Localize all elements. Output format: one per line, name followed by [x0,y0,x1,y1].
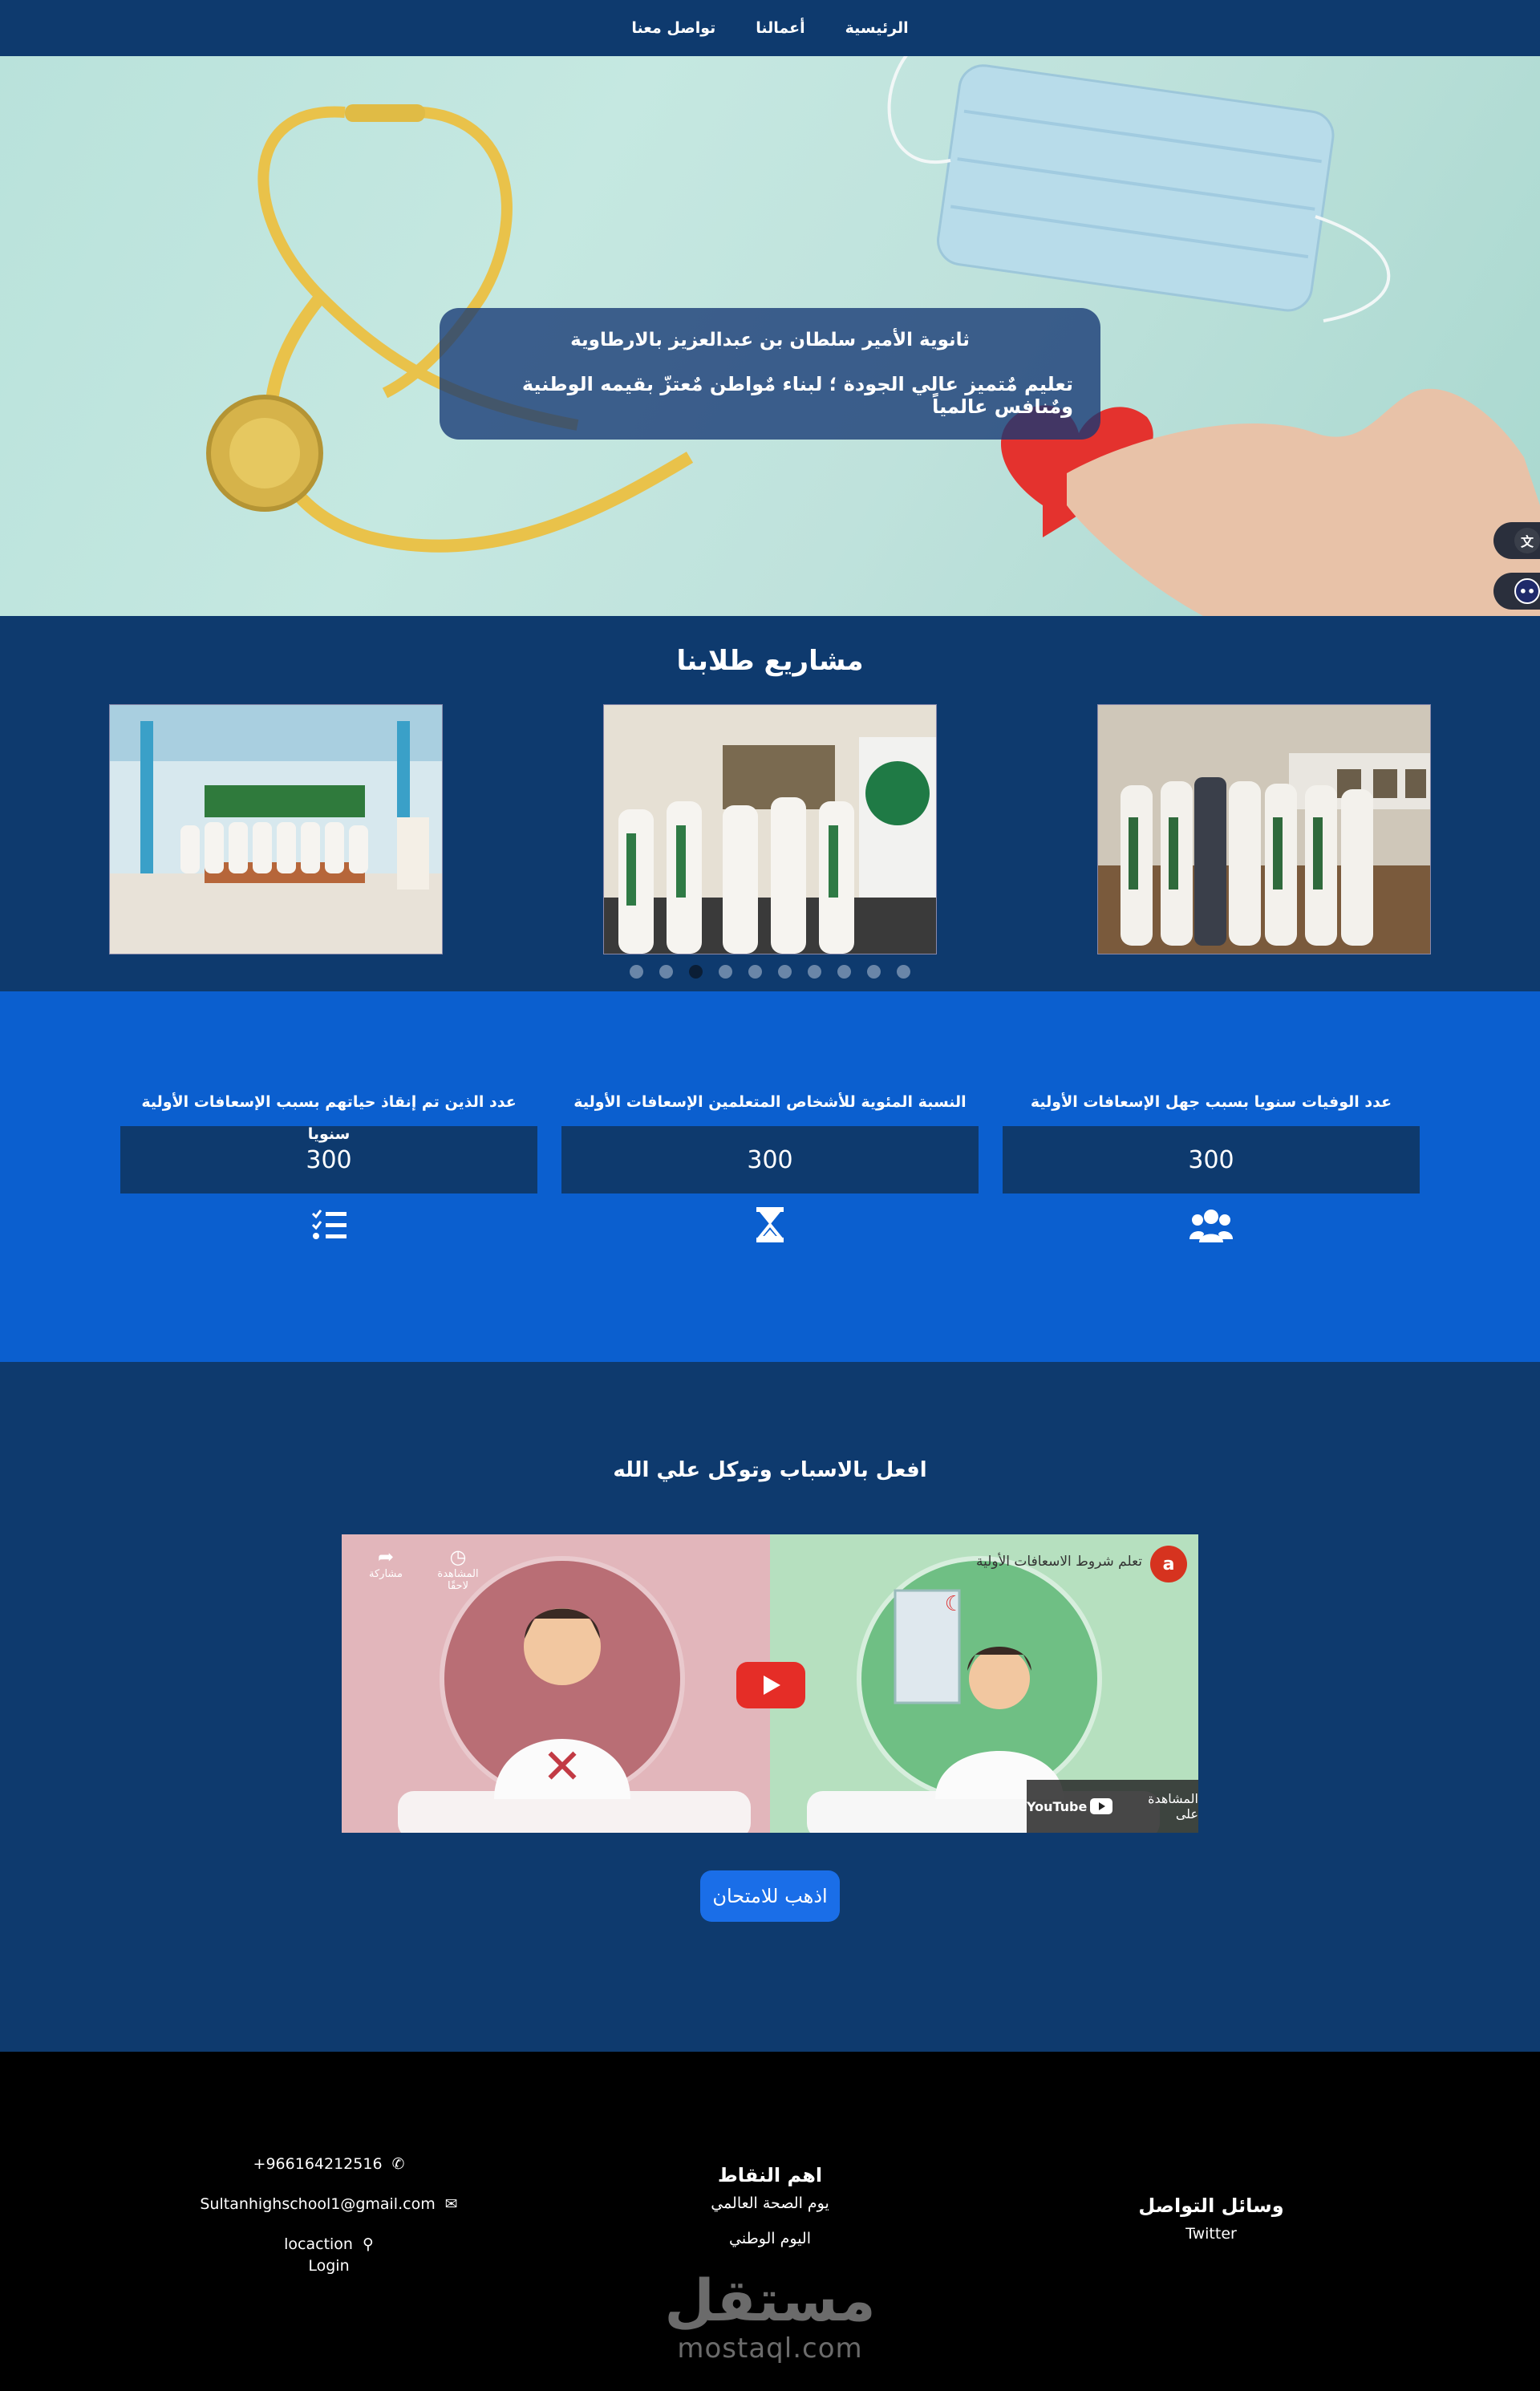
project-photo-2[interactable] [603,704,937,954]
play-icon [764,1676,780,1695]
carousel-indicators [0,965,1540,979]
share-label: مشاركة [369,1568,403,1580]
highlight-item: يوم الصحة العالمي [711,2194,829,2212]
location-label: locaction [284,2235,353,2253]
carousel-dot[interactable] [778,965,792,979]
school-name: ثانوية الأمير سلطان بن عبدالعزيز بالارطا… [570,330,970,351]
contact-phone[interactable]: ✆ 966164212516+ [184,2153,473,2175]
location-pin-icon: ⚲ [362,2235,374,2253]
envelope-icon: ✉ [444,2195,458,2213]
watch-on-youtube[interactable]: المشاهدة على YouTube [1027,1780,1198,1833]
share-icon: ➦ [377,1546,395,1568]
email-address: Sultanhighschool1@gmail.com [200,2195,436,2213]
stat-label: النسبة المئوية للأشخاص المتعلمين الإسعاف… [573,1093,967,1111]
mostaql-watermark: مستقل mostaql.com [664,2267,876,2365]
stat-card: عدد الوفيات سنويا بسبب جهل الإسعافات الأ… [1003,1086,1420,1245]
phone-number: 966164212516+ [253,2155,383,2173]
youtube-icon [1090,1798,1113,1814]
highlights-heading: اهم النقاط [717,2164,823,2186]
stat-value: 300 [1003,1126,1420,1193]
hourglass-icon [561,1205,979,1245]
stat-card: النسبة المئوية للأشخاص المتعلمين الإسعاف… [561,1086,979,1245]
highlight-item: اليوم الوطني [729,2230,811,2247]
student-projects-section: مشاريع طلابنا [0,616,1540,991]
channel-avatar[interactable]: a [1150,1546,1187,1583]
top-navbar: الرئيسية أعمالنا تواصل معنا [0,0,1540,56]
stat-value: 300 [561,1126,979,1193]
footer-social: وسائل التواصل Twitter [1099,2194,1323,2243]
phone-icon: ✆ [391,2155,405,2173]
clock-icon: ◷ [449,1546,467,1568]
video-title[interactable]: تعلم شروط الاسعافات الأولية [976,1554,1142,1570]
stat-label: عدد الوفيات سنويا بسبب جهل الإسعافات الأ… [1030,1093,1392,1111]
stats-section: عدد الوفيات سنويا بسبب جهل الإسعافات الأ… [0,991,1540,1362]
twitter-link[interactable]: Twitter [1099,2225,1323,2243]
nav-home[interactable]: الرئيسية [845,19,909,37]
video-section: افعل بالاسباب وتوكل علي الله ✕ ☾ a تعلم … [0,1362,1540,2052]
users-icon [1003,1205,1420,1245]
stat-label: عدد الذين تم إنقاذ حياتهم بسبب الإسعافات… [141,1093,517,1143]
footer-highlights: اهم النقاط يوم الصحة العالمي اليوم الوطن… [658,2164,882,2247]
contact-email[interactable]: ✉ Sultanhighschool1@gmail.com [184,2193,473,2215]
stat-card: عدد الذين تم إنقاذ حياتهم بسبب الإسعافات… [120,1086,537,1245]
carousel-dot[interactable] [867,965,881,979]
youtube-logo: YouTube [1027,1798,1113,1814]
svg-text:✕: ✕ [542,1739,582,1795]
projects-heading: مشاريع طلابنا [676,645,864,677]
contact-location[interactable]: ⚲ locaction [184,2233,473,2255]
watch-later-label: المشاهدة لاحقًا [437,1568,479,1592]
footer-contact: ✆ 966164212516+ ✉ Sultanhighschool1@gmai… [184,2153,473,2275]
carousel-dot[interactable] [630,965,643,979]
translate-widget[interactable]: 文 [1493,522,1540,559]
social-heading: وسائل التواصل [1138,2194,1284,2217]
youtube-embed[interactable]: ✕ ☾ a تعلم شروط الاسعافات الأولية ◷ المش… [342,1534,1198,1833]
play-button[interactable] [736,1662,805,1708]
carousel-dot[interactable] [897,965,910,979]
project-photo-1[interactable] [1097,704,1431,954]
go-to-exam-button[interactable]: اذهب للامتحان [700,1870,840,1922]
carousel-dot[interactable] [748,965,762,979]
site-footer: وسائل التواصل Twitter اهم النقاط يوم الص… [0,2052,1540,2391]
project-photo-3[interactable] [109,704,443,954]
watch-later-button[interactable]: ◷ المشاهدة لاحقًا [430,1546,486,1592]
video-heading: افعل بالاسباب وتوكل علي الله [613,1458,927,1482]
hero-banner: ثانوية الأمير سلطان بن عبدالعزيز بالارطا… [0,56,1540,616]
watch-on-label: المشاهدة على [1148,1791,1198,1822]
nav-our-work[interactable]: أعمالنا [756,19,804,37]
svg-text:☾: ☾ [945,1592,963,1616]
school-tagline: تعليم مٌتميز عالي الجودة ؛ لبناء مٌواطن … [521,373,1073,418]
hero-caption: ثانوية الأمير سلطان بن عبدالعزيز بالارطا… [440,308,1100,440]
assistant-widget[interactable]: •• [1493,573,1540,610]
carousel-dot[interactable] [808,965,821,979]
carousel-dot[interactable] [837,965,851,979]
translate-icon: 文 [1514,528,1540,553]
carousel-dot[interactable] [659,965,673,979]
checklist-icon [120,1205,537,1245]
carousel-dot[interactable] [719,965,732,979]
nav-contact[interactable]: تواصل معنا [631,19,715,37]
carousel-dot-active[interactable] [689,965,703,979]
assistant-icon: •• [1514,578,1540,604]
share-button[interactable]: ➦ مشاركة [358,1546,414,1580]
